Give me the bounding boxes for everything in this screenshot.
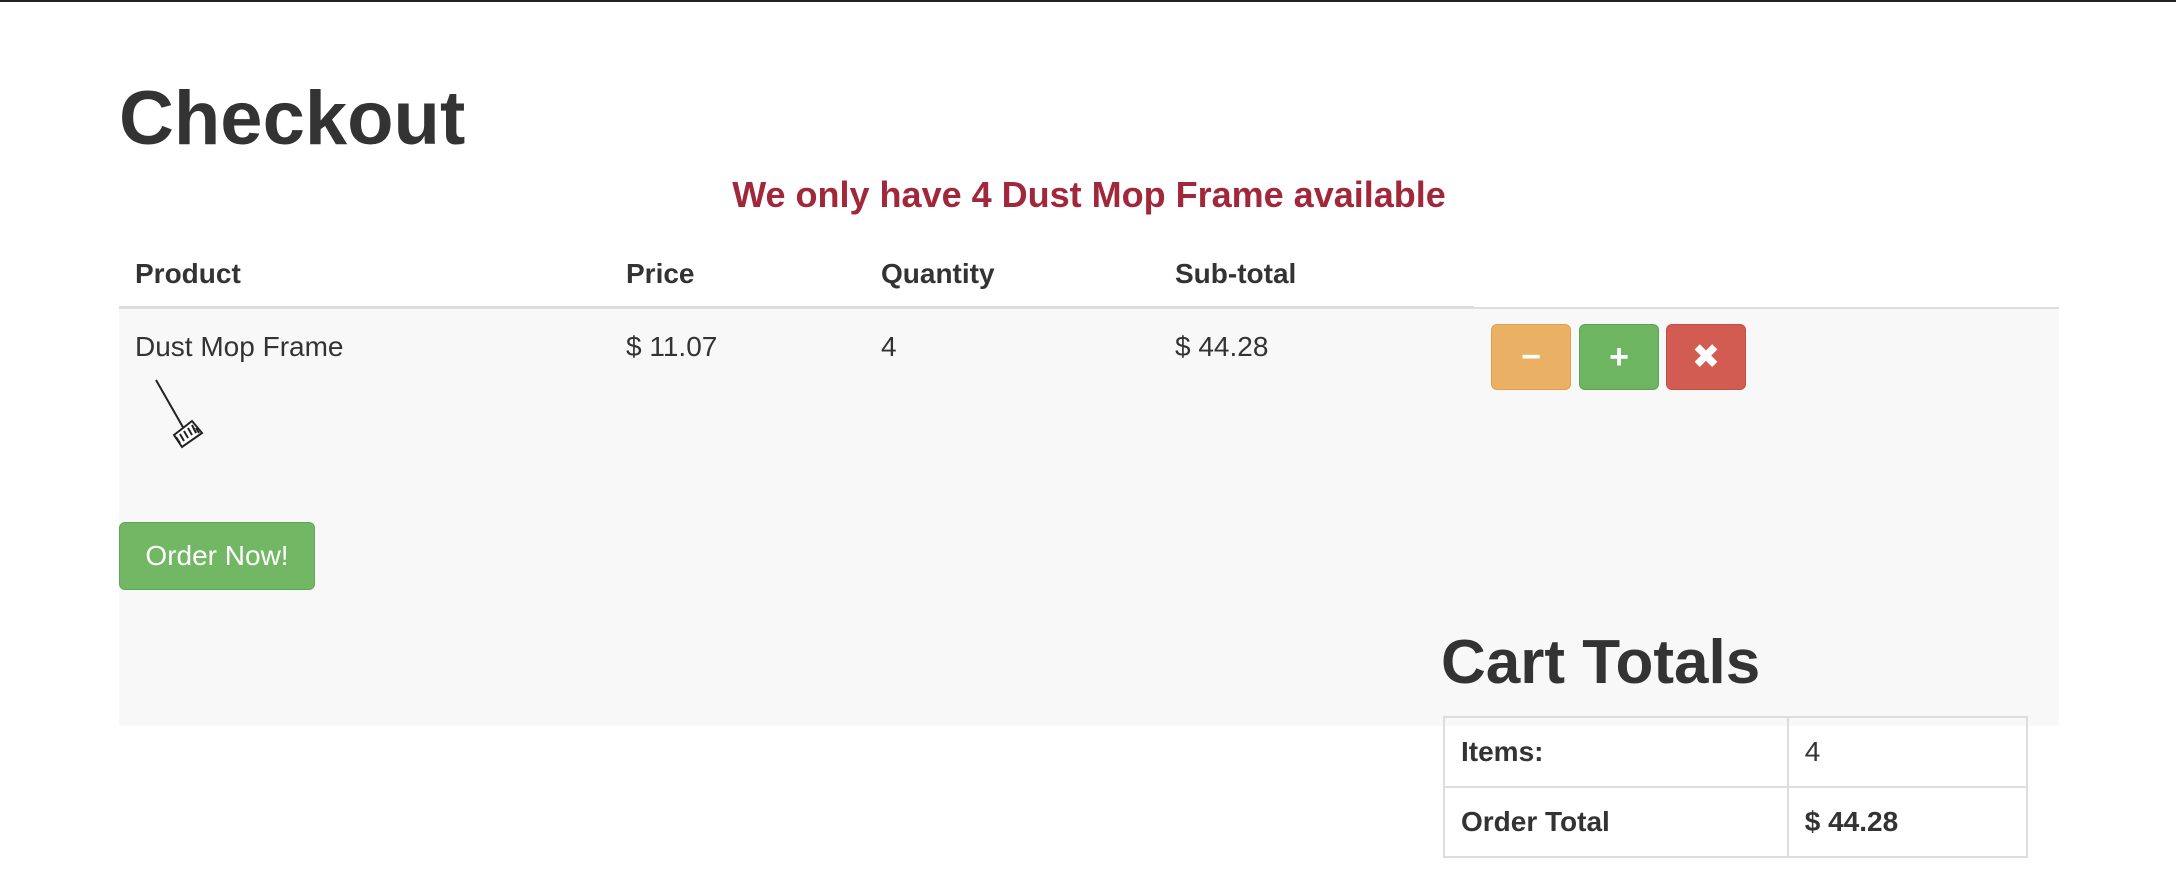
items-value: 4: [1786, 716, 2029, 788]
close-icon: ✖: [1691, 338, 1721, 376]
product-name: Dust Mop Frame: [135, 331, 344, 362]
plus-icon: +: [1609, 337, 1629, 376]
remove-item-button[interactable]: ✖: [1666, 324, 1746, 390]
row-divider: [1474, 307, 2059, 309]
product-subtotal: $ 44.28: [1175, 331, 1269, 362]
header-quantity: Quantity: [881, 258, 995, 289]
cart-table-header: Product Price Quantity Sub-total: [119, 244, 2059, 309]
decrease-quantity-button[interactable]: −: [1491, 324, 1571, 390]
table-row: Dust Mop Frame $ 11.07 4 $ 44.28 − + ✖: [119, 307, 2059, 726]
totals-row-items: Items: 4: [1443, 716, 2029, 788]
stock-warning-message: We only have 4 Dust Mop Frame available: [732, 174, 1446, 215]
row-background: [119, 309, 2059, 726]
cart-table: Product Price Quantity Sub-total Dust Mo…: [119, 244, 2059, 726]
cart-totals-title: Cart Totals: [1441, 628, 1761, 697]
order-total-label: Order Total: [1443, 786, 1789, 858]
broom-icon: [152, 377, 214, 457]
product-price: $ 11.07: [626, 331, 718, 362]
cart-totals-table: Items: 4 Order Total $ 44.28: [1443, 716, 2029, 858]
order-total-value: $ 44.28: [1786, 786, 2029, 858]
order-now-button[interactable]: Order Now!: [119, 522, 315, 590]
header-price: Price: [626, 258, 695, 289]
header-subtotal: Sub-total: [1175, 258, 1297, 289]
minus-icon: −: [1521, 337, 1541, 376]
items-label: Items:: [1443, 716, 1789, 788]
top-border: [0, 0, 2176, 2]
product-quantity: 4: [881, 331, 897, 362]
header-product: Product: [135, 258, 241, 289]
page-title: Checkout: [119, 76, 466, 161]
increase-quantity-button[interactable]: +: [1579, 324, 1659, 390]
totals-row-order-total: Order Total $ 44.28: [1443, 786, 2029, 858]
